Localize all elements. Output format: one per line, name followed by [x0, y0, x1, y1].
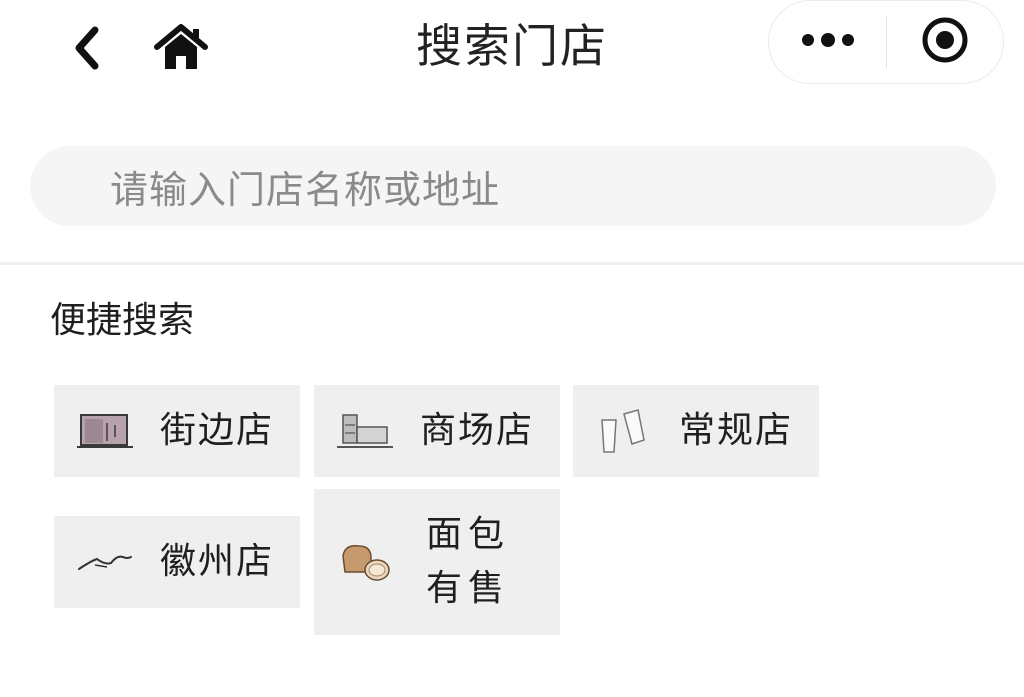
quick-search-huizhou-store[interactable]: 徽州店 [54, 516, 300, 608]
navigation-bar: 搜索门店 [0, 0, 1024, 96]
quick-search-mall-store[interactable]: 商场店 [314, 385, 560, 477]
bread-icon [336, 537, 394, 587]
storefront-icon [76, 406, 134, 456]
more-button[interactable] [769, 0, 886, 84]
divider [0, 262, 1024, 265]
search-placeholder: 请输入门店名称或地址 [110, 167, 501, 212]
mini-program-capsule [768, 0, 1004, 84]
tile-label: 常规店 [678, 410, 793, 451]
cups-icon [595, 406, 653, 456]
tile-label: 面包有售 [425, 514, 510, 609]
mall-building-icon [336, 406, 394, 456]
tile-label: 街边店 [159, 410, 274, 451]
quick-search-regular-store[interactable]: 常规店 [573, 385, 819, 477]
tile-label: 徽州店 [159, 541, 274, 582]
store-search-input[interactable]: 请输入门店名称或地址 [30, 146, 996, 226]
mountain-roof-icon [76, 537, 134, 587]
close-button[interactable] [887, 0, 1003, 84]
tile-label: 商场店 [419, 410, 534, 451]
quick-search-street-store[interactable]: 街边店 [54, 385, 300, 477]
more-dots-icon [801, 32, 855, 52]
quick-search-bread-available[interactable]: 面包有售 [314, 489, 560, 635]
target-close-icon [920, 15, 970, 69]
quick-search-title: 便捷搜索 [50, 300, 195, 341]
